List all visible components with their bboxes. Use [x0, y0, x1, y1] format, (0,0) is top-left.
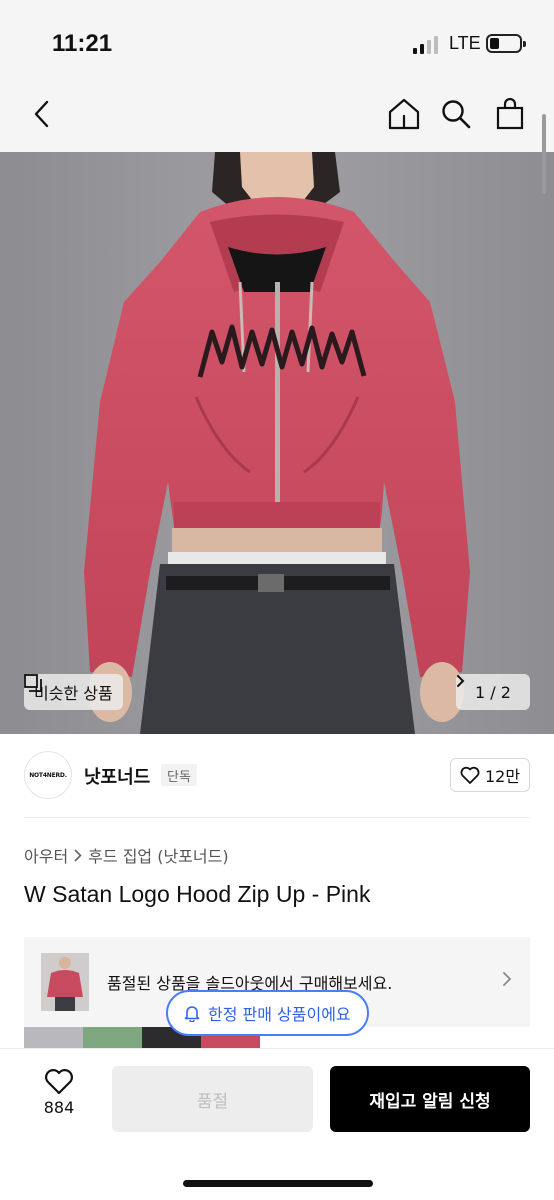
soldout-thumbnail — [41, 953, 89, 1011]
restock-alert-button[interactable]: 재입고 알림 신청 — [330, 1066, 530, 1132]
exclusive-badge: 단독 — [161, 764, 197, 786]
soldout-button: 품절 — [112, 1066, 313, 1132]
status-bar: 11:21 LTE — [0, 0, 554, 90]
status-time: 11:21 — [52, 30, 113, 57]
brand-like-count: 12만 — [484, 767, 521, 786]
product-image-carousel[interactable]: 비슷한 상품 1 / 2 — [0, 152, 554, 734]
limited-sale-tooltip: 한정 판매 상품이에요 — [166, 990, 369, 1036]
similar-products-label: 비슷한 상품 — [34, 684, 113, 703]
battery-icon — [486, 34, 526, 53]
breadcrumb: 아우터 후드 집업 (낫포너드) — [24, 843, 229, 867]
brand-like-button[interactable]: 12만 — [450, 758, 530, 792]
search-icon[interactable] — [436, 94, 476, 134]
chevron-right-icon — [74, 849, 82, 861]
top-nav — [0, 90, 554, 152]
brand-name[interactable]: 낫포너드 — [84, 763, 150, 789]
brand-logo[interactable]: NOT4NERD. — [24, 751, 72, 799]
limited-sale-text: 한정 판매 상품이에요 — [208, 1005, 351, 1024]
wishlist-count: 884 — [43, 1098, 75, 1117]
signal-icon — [413, 34, 443, 54]
breadcrumb-category[interactable]: 아우터 — [24, 843, 68, 867]
home-icon[interactable] — [384, 94, 424, 134]
chevron-right-icon — [503, 972, 512, 986]
chevron-right-icon — [457, 675, 465, 687]
product-photo — [0, 152, 554, 734]
network-type: LTE — [449, 33, 481, 53]
chevron-left-icon[interactable] — [22, 94, 62, 134]
product-title: W Satan Logo Hood Zip Up - Pink — [24, 881, 371, 907]
heart-icon — [460, 766, 480, 784]
divider — [24, 817, 530, 818]
breadcrumb-subcategory[interactable]: 후드 집업 (낫포너드) — [88, 843, 228, 867]
similar-products-button[interactable]: 비슷한 상품 — [24, 674, 123, 710]
wishlist-button[interactable]: 884 — [36, 1068, 82, 1117]
copy-icon — [24, 674, 42, 692]
shopping-bag-icon[interactable] — [490, 94, 530, 134]
image-counter-button[interactable]: 1 / 2 — [456, 674, 530, 710]
scrollbar[interactable] — [542, 114, 546, 194]
heart-icon — [45, 1069, 73, 1095]
image-counter: 1 / 2 — [475, 682, 511, 702]
home-indicator — [183, 1180, 373, 1187]
bell-icon — [184, 1006, 200, 1022]
